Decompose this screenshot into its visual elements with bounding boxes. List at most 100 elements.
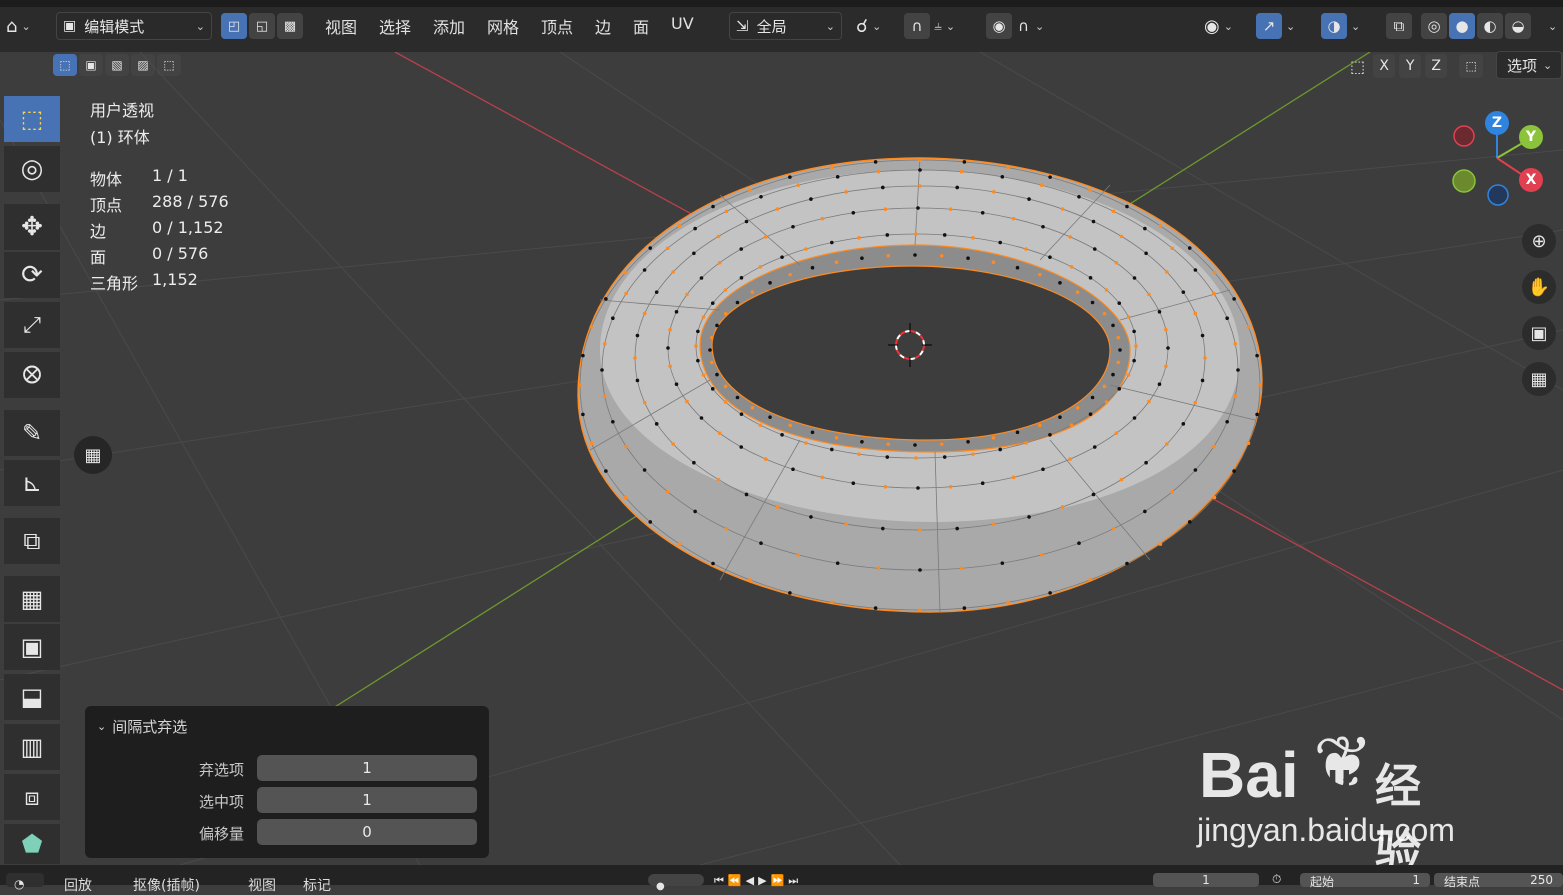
timeline-view-menu[interactable]: 视图	[248, 875, 276, 895]
mesh-vertex	[717, 260, 722, 265]
mesh-vertex	[1255, 412, 1259, 417]
marker-menu[interactable]: 标记	[303, 875, 331, 895]
mesh-vertex	[624, 444, 629, 449]
next-key-icon[interactable]: ⏩	[771, 874, 785, 888]
mesh-vertex	[581, 353, 585, 358]
mesh-vertex	[1015, 265, 1020, 270]
mesh-vertex	[1104, 400, 1109, 404]
mesh-vertex	[1039, 183, 1044, 188]
mesh-vertex	[654, 422, 659, 426]
mesh-vertex	[1181, 422, 1186, 426]
mesh-vertex	[1126, 315, 1131, 319]
mesh-vertex	[1203, 356, 1207, 360]
mesh-vertex	[820, 216, 825, 221]
mesh-vertex	[1006, 600, 1010, 605]
mesh-vertex	[1211, 291, 1216, 296]
mesh-vertex	[1091, 492, 1096, 497]
mesh-vertex	[1181, 290, 1186, 294]
clock-icon: ◔	[14, 877, 25, 891]
mesh-vertex	[668, 327, 672, 332]
mesh-vertex	[804, 441, 808, 445]
mesh-vertex	[578, 383, 582, 387]
jump-start-icon[interactable]: ⏮	[714, 874, 724, 888]
record-icon: ●	[656, 881, 665, 892]
mesh-vertex	[710, 387, 715, 391]
mesh-vertex	[758, 265, 763, 269]
mesh-vertex	[1077, 194, 1081, 199]
mesh-vertex	[991, 260, 996, 265]
mesh-vertex	[1170, 489, 1175, 494]
mesh-vertex	[1068, 235, 1072, 239]
mesh-vertex	[715, 372, 719, 377]
mesh-vertex	[809, 197, 813, 201]
mesh-vertex	[764, 457, 768, 461]
mesh-vertex	[1024, 247, 1028, 251]
mesh-vertex	[834, 260, 839, 265]
mesh-vertex	[739, 276, 744, 280]
mesh-vertex	[600, 368, 604, 372]
playback-menu[interactable]: 回放	[64, 875, 92, 895]
mesh-vertex	[716, 477, 721, 482]
mesh-vertex	[1126, 373, 1131, 377]
mesh-vertex	[1116, 360, 1121, 365]
play-reverse-icon[interactable]: ◀	[746, 874, 754, 888]
mesh-vertex	[635, 333, 640, 338]
autokey-toggle[interactable]: ●	[648, 874, 704, 892]
mesh-vertex	[1000, 175, 1005, 179]
mesh-vertex	[881, 185, 885, 190]
mesh-vertex	[810, 430, 815, 435]
mesh-vertex	[1132, 358, 1136, 363]
mesh-vertex	[918, 158, 922, 162]
mesh-vertex	[581, 412, 585, 417]
mesh-vertex	[1102, 384, 1107, 389]
mesh-vertex	[1011, 216, 1016, 221]
mesh-vertex	[611, 316, 615, 321]
mesh-vertex	[623, 495, 628, 500]
mesh-vertex	[1187, 246, 1192, 250]
mesh-vertex	[1048, 433, 1052, 437]
mesh-vertex	[1193, 400, 1198, 405]
mesh-vertex	[916, 486, 920, 490]
mesh-vertex	[701, 315, 706, 319]
mesh-vertex	[998, 240, 1002, 245]
mesh-vertex	[1088, 188, 1092, 192]
mesh-vertex	[1119, 234, 1124, 239]
mesh-vertex	[916, 206, 920, 210]
mesh-vertex	[604, 297, 608, 301]
mesh-vertex	[1048, 591, 1052, 595]
mesh-vertex	[642, 311, 647, 316]
play-icon[interactable]: ▶	[758, 874, 766, 888]
mesh-vertex	[820, 475, 825, 480]
mesh-vertex	[1200, 333, 1205, 338]
mesh-vertex	[804, 247, 808, 251]
mesh-vertex	[1132, 329, 1136, 334]
mesh-vertex	[1000, 561, 1005, 565]
mesh-vertex	[1041, 467, 1045, 472]
mesh-vertex	[759, 541, 763, 546]
mesh-vertex	[1165, 442, 1169, 446]
jump-end-icon[interactable]: ⏭	[788, 874, 798, 888]
mesh-vertex	[918, 568, 922, 572]
mesh-vertex	[914, 456, 918, 460]
mesh-vertex	[602, 342, 607, 346]
mesh-vertex	[1039, 552, 1044, 557]
mesh-vertex	[1232, 469, 1236, 473]
mesh-vertex	[913, 253, 917, 257]
keying-menu[interactable]: 抠像(插帧)	[133, 875, 200, 895]
mesh-vertex	[1090, 395, 1095, 400]
mesh-vertex	[1117, 387, 1122, 391]
mesh-vertex	[955, 185, 959, 190]
mesh-vertex	[1119, 477, 1124, 482]
mesh-vertex	[830, 240, 834, 245]
mesh-vertex	[604, 469, 608, 473]
prev-key-icon[interactable]: ⏪	[728, 874, 742, 888]
mesh-vertex	[716, 234, 721, 239]
mesh-vertex	[1075, 406, 1080, 410]
mesh-vertex	[1165, 270, 1169, 274]
mesh-vertex	[1147, 399, 1151, 404]
mesh-vertex	[851, 210, 856, 215]
mesh-vertex	[876, 566, 881, 571]
mesh-vertex	[971, 236, 975, 240]
mesh-vertex	[883, 207, 888, 211]
mesh-vertex	[1048, 175, 1052, 179]
